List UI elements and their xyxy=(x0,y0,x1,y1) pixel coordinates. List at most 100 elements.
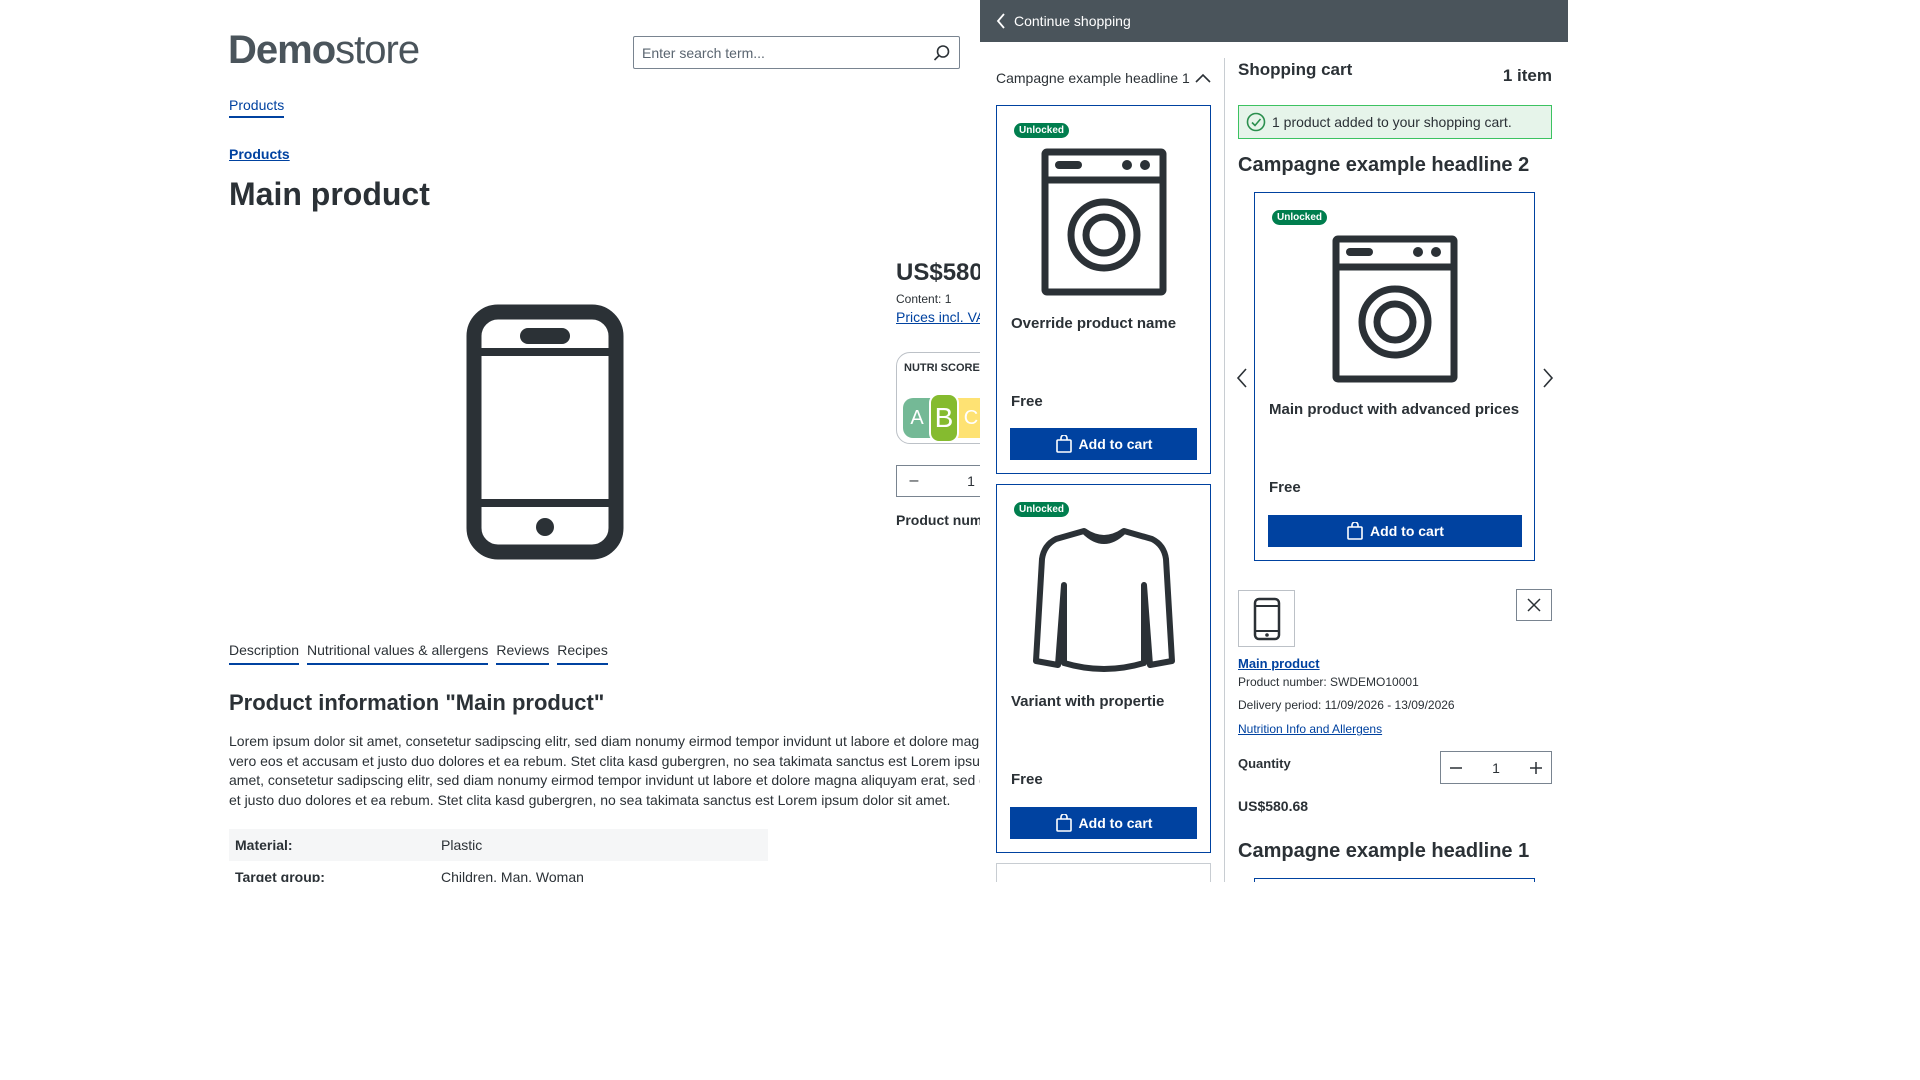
property-value: Plastic xyxy=(441,837,483,853)
nutri-score-c: C xyxy=(957,398,980,438)
product-tabs: Description Nutritional values & allerge… xyxy=(229,642,608,665)
line-item-name[interactable]: Main product xyxy=(1238,656,1320,671)
product-card-name[interactable]: Variant with propertie xyxy=(1011,693,1164,710)
unlocked-badge: Unlocked xyxy=(1014,502,1070,517)
logo-light-text: store xyxy=(335,28,420,72)
nutri-score-b: B xyxy=(929,393,959,443)
sweater-icon xyxy=(1032,528,1175,672)
product-card-price: Free xyxy=(1269,479,1301,496)
chevron-left-icon xyxy=(996,13,1005,29)
bag-icon xyxy=(1055,435,1072,453)
price-note-link[interactable]: Prices incl. VA xyxy=(896,309,980,325)
close-icon xyxy=(1527,598,1541,612)
add-to-cart-label: Add to cart xyxy=(1078,436,1153,452)
washing-machine-icon xyxy=(1332,235,1457,383)
line-item-delivery: Delivery period: 11/09/2026 - 13/09/2026 xyxy=(1238,698,1455,712)
smartphone-icon xyxy=(466,304,624,560)
product-card-image[interactable] xyxy=(1255,235,1534,383)
property-key: Material: xyxy=(235,837,293,853)
product-content: Content: 1 xyxy=(896,292,952,306)
chevron-right-icon[interactable] xyxy=(1542,368,1554,388)
product-card[interactable] xyxy=(996,863,1211,882)
nutrition-info-link[interactable]: Nutrition Info and Allergens xyxy=(1238,722,1382,736)
campaign-1-bottom-title: Campagne example headline 1 xyxy=(1238,840,1530,862)
properties-table: Material: Plastic Target group: Children… xyxy=(229,829,768,882)
remove-item-button[interactable] xyxy=(1516,589,1552,621)
column-divider xyxy=(1224,58,1225,882)
product-number-label: Product numl xyxy=(896,512,980,528)
line-item-quantity-stepper: 1 xyxy=(1440,751,1552,784)
product-price: US$580 xyxy=(896,259,980,286)
property-value: Children, Man, Woman xyxy=(441,869,584,882)
unlocked-badge: Unlocked xyxy=(1272,210,1328,225)
product-card-price: Free xyxy=(1011,771,1043,788)
washing-machine-icon xyxy=(1041,148,1166,296)
minus-icon[interactable] xyxy=(1449,761,1463,775)
page-title: Main product xyxy=(229,176,430,212)
quantity-label: Quantity xyxy=(1238,756,1291,771)
quantity-value[interactable]: 1 xyxy=(951,473,980,489)
add-to-cart-label: Add to cart xyxy=(1078,815,1153,831)
line-item-price: US$580.68 xyxy=(1238,798,1309,814)
line-item-image[interactable] xyxy=(1238,590,1295,647)
campaign-1-title: Campagne example headline 1 xyxy=(996,70,1190,86)
nutri-score-label: NUTRI SCORE xyxy=(904,362,980,374)
add-to-cart-button[interactable]: Add to cart xyxy=(1010,807,1197,839)
cart-item-count: 1 item xyxy=(1502,66,1552,85)
add-to-cart-label: Add to cart xyxy=(1370,523,1444,539)
product-card[interactable]: Unlocked Main product with advanced pric… xyxy=(1254,192,1535,561)
product-info-title: Product information "Main product" xyxy=(229,690,605,715)
search-box xyxy=(633,36,960,69)
store-logo[interactable]: Demostore xyxy=(228,28,420,73)
bag-icon xyxy=(1347,522,1363,540)
table-row: Material: Plastic xyxy=(229,829,768,861)
bag-icon xyxy=(1055,814,1072,832)
cart-offcanvas: Continue shopping Campagne example headl… xyxy=(980,0,1568,882)
property-key: Target group: xyxy=(235,869,325,882)
product-card-image[interactable] xyxy=(997,525,1210,675)
minus-button[interactable]: – xyxy=(897,472,931,490)
success-alert-text: 1 product added to your shopping cart. xyxy=(1272,114,1512,130)
success-alert: 1 product added to your shopping cart. xyxy=(1238,105,1552,139)
store-main: Demostore Products Products Main product… xyxy=(0,0,980,882)
nav-products[interactable]: Products xyxy=(229,97,285,118)
quantity-stepper: – 1 xyxy=(896,465,980,497)
plus-icon[interactable] xyxy=(1529,761,1543,775)
product-card[interactable]: Unlocked Variant with propertie Free Add… xyxy=(996,484,1211,853)
nutri-score-scale: A B C xyxy=(903,393,980,443)
add-to-cart-button[interactable]: Add to cart xyxy=(1268,515,1522,547)
product-card-name[interactable]: Main product with advanced prices xyxy=(1269,401,1519,418)
search-input[interactable] xyxy=(634,37,925,68)
product-card-name[interactable]: Override product name xyxy=(1011,315,1176,332)
tab-recipes[interactable]: Recipes xyxy=(557,642,608,665)
product-card-price: Free xyxy=(1011,393,1043,410)
product-image[interactable] xyxy=(466,304,624,565)
continue-shopping-button[interactable]: Continue shopping xyxy=(980,0,1568,42)
search-icon[interactable] xyxy=(925,37,959,68)
cart-title: Shopping cart xyxy=(1238,60,1353,79)
campaign-1-toggle[interactable]: Campagne example headline 1 xyxy=(996,70,1211,86)
table-row: Target group: Children, Man, Woman xyxy=(229,861,768,882)
continue-shopping-label: Continue shopping xyxy=(1014,13,1131,29)
smartphone-icon xyxy=(1253,597,1280,640)
product-description: Lorem ipsum dolor sit amet, consetetur s… xyxy=(229,733,980,808)
tab-description[interactable]: Description xyxy=(229,642,300,665)
product-card-image[interactable] xyxy=(997,148,1210,296)
page: Demostore Products Products Main product… xyxy=(0,0,1568,882)
line-item-product-number: Product number: SWDEMO10001 xyxy=(1238,675,1419,689)
tab-reviews[interactable]: Reviews xyxy=(496,642,550,665)
check-circle-icon xyxy=(1246,112,1266,132)
product-card[interactable]: Unlocked Override product name Free Add … xyxy=(996,105,1211,474)
line-item-quantity-value[interactable]: 1 xyxy=(1492,760,1500,776)
nutri-score-box: NUTRI SCORE A B C xyxy=(896,352,980,444)
breadcrumb-products[interactable]: Products xyxy=(229,146,290,162)
unlocked-badge: Unlocked xyxy=(1014,123,1070,138)
tab-nutritional-values[interactable]: Nutritional values & allergens xyxy=(307,642,489,665)
nutri-score-a: A xyxy=(903,398,931,438)
logo-bold-text: Demo xyxy=(228,28,336,72)
product-card[interactable] xyxy=(1254,878,1535,882)
chevron-left-icon[interactable] xyxy=(1236,368,1248,388)
chevron-up-icon xyxy=(1195,73,1211,83)
add-to-cart-button[interactable]: Add to cart xyxy=(1010,428,1197,460)
campaign-2-title: Campagne example headline 2 xyxy=(1238,154,1530,176)
